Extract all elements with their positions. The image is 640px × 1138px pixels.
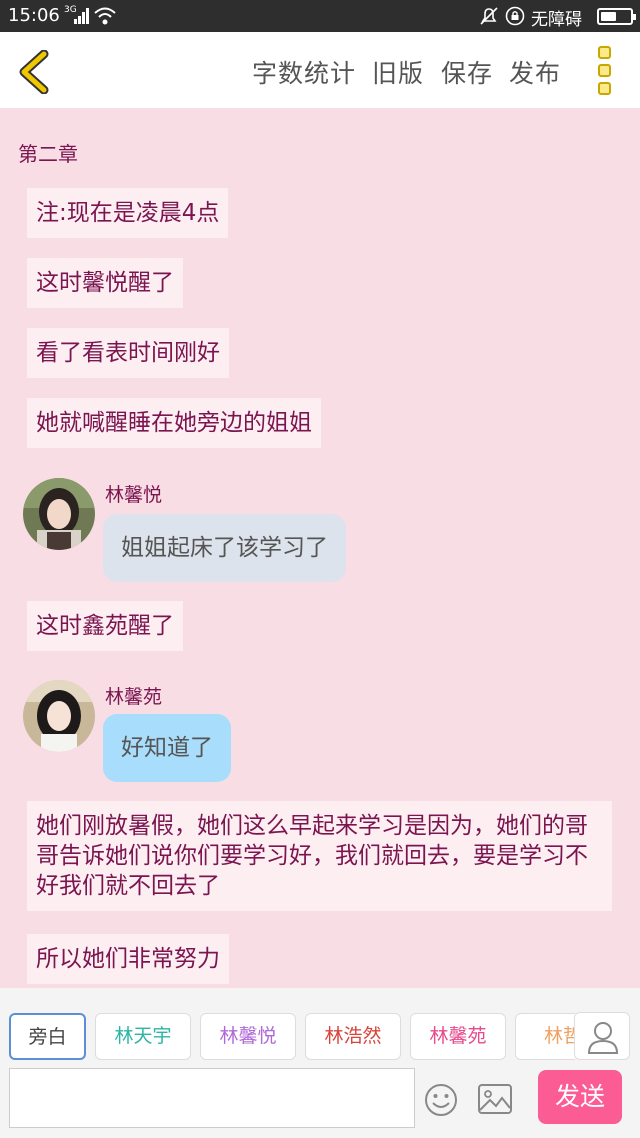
accessibility-label: 无障碍: [531, 10, 582, 30]
avatar[interactable]: [23, 478, 95, 550]
status-bar: 15:06 3G 无障碍: [0, 0, 640, 32]
narration-bubble[interactable]: 这时馨悦醒了: [27, 258, 183, 308]
status-time: 15:06: [8, 5, 60, 26]
narration-bubble[interactable]: 看了看表时间刚好: [27, 328, 229, 378]
bell-off-icon: [480, 7, 498, 25]
narration-bubble[interactable]: 她们刚放暑假，她们这么早起来学习是因为，她们的哥哥告诉她们说你们要学习好，我们就…: [27, 801, 612, 911]
chapter-title: 第二章: [18, 142, 78, 166]
character-chip[interactable]: 林馨苑: [410, 1013, 506, 1060]
speaker-name: 林馨悦: [105, 484, 163, 506]
circle-lock-icon: [505, 6, 525, 26]
character-chip-narrator[interactable]: 旁白: [9, 1013, 86, 1060]
dialogue-bubble[interactable]: 姐姐起床了该学习了: [103, 514, 346, 582]
composer-bar: 旁白 林天宇 林馨悦 林浩然 林馨苑 林哲 发送: [0, 988, 640, 1138]
avatar[interactable]: [23, 680, 95, 752]
dialogue-bubble[interactable]: 好知道了: [103, 714, 231, 782]
character-chip[interactable]: 林馨悦: [200, 1013, 296, 1060]
image-icon[interactable]: [478, 1084, 512, 1114]
character-chip[interactable]: 林浩然: [305, 1013, 401, 1060]
speaker-name: 林馨苑: [105, 686, 163, 708]
narration-bubble[interactable]: 她就喊醒睡在她旁边的姐姐: [27, 398, 321, 448]
save-button[interactable]: 保存: [441, 54, 493, 90]
character-chip[interactable]: 林天宇: [95, 1013, 191, 1060]
back-chevron-icon[interactable]: [14, 50, 54, 94]
send-button[interactable]: 发送: [538, 1070, 622, 1124]
narration-bubble[interactable]: 这时鑫苑醒了: [27, 601, 183, 651]
message-input[interactable]: [9, 1068, 415, 1128]
publish-button[interactable]: 发布: [509, 54, 561, 90]
story-content: 第二章 注:现在是凌晨4点 这时馨悦醒了 看了看表时间刚好 她就喊醒睡在她旁边的…: [0, 108, 640, 988]
narration-bubble[interactable]: 所以她们非常努力: [27, 934, 229, 984]
person-icon: [587, 1022, 619, 1054]
editor-header: 字数统计 旧版 保存 发布: [0, 32, 640, 108]
battery-icon: [597, 8, 636, 25]
smile-icon[interactable]: [424, 1083, 458, 1117]
character-chip[interactable]: 林哲: [515, 1013, 575, 1060]
add-character-button[interactable]: [574, 1012, 630, 1060]
menu-dots-icon[interactable]: [590, 44, 618, 98]
signal-icon: [74, 8, 89, 24]
character-selector: 旁白 林天宇 林馨悦 林浩然 林馨苑 林哲: [0, 1013, 575, 1061]
word-count-button[interactable]: 字数统计: [252, 54, 356, 90]
old-version-button[interactable]: 旧版: [372, 54, 424, 90]
narration-bubble[interactable]: 注:现在是凌晨4点: [27, 188, 229, 238]
wifi-icon: [94, 7, 116, 25]
